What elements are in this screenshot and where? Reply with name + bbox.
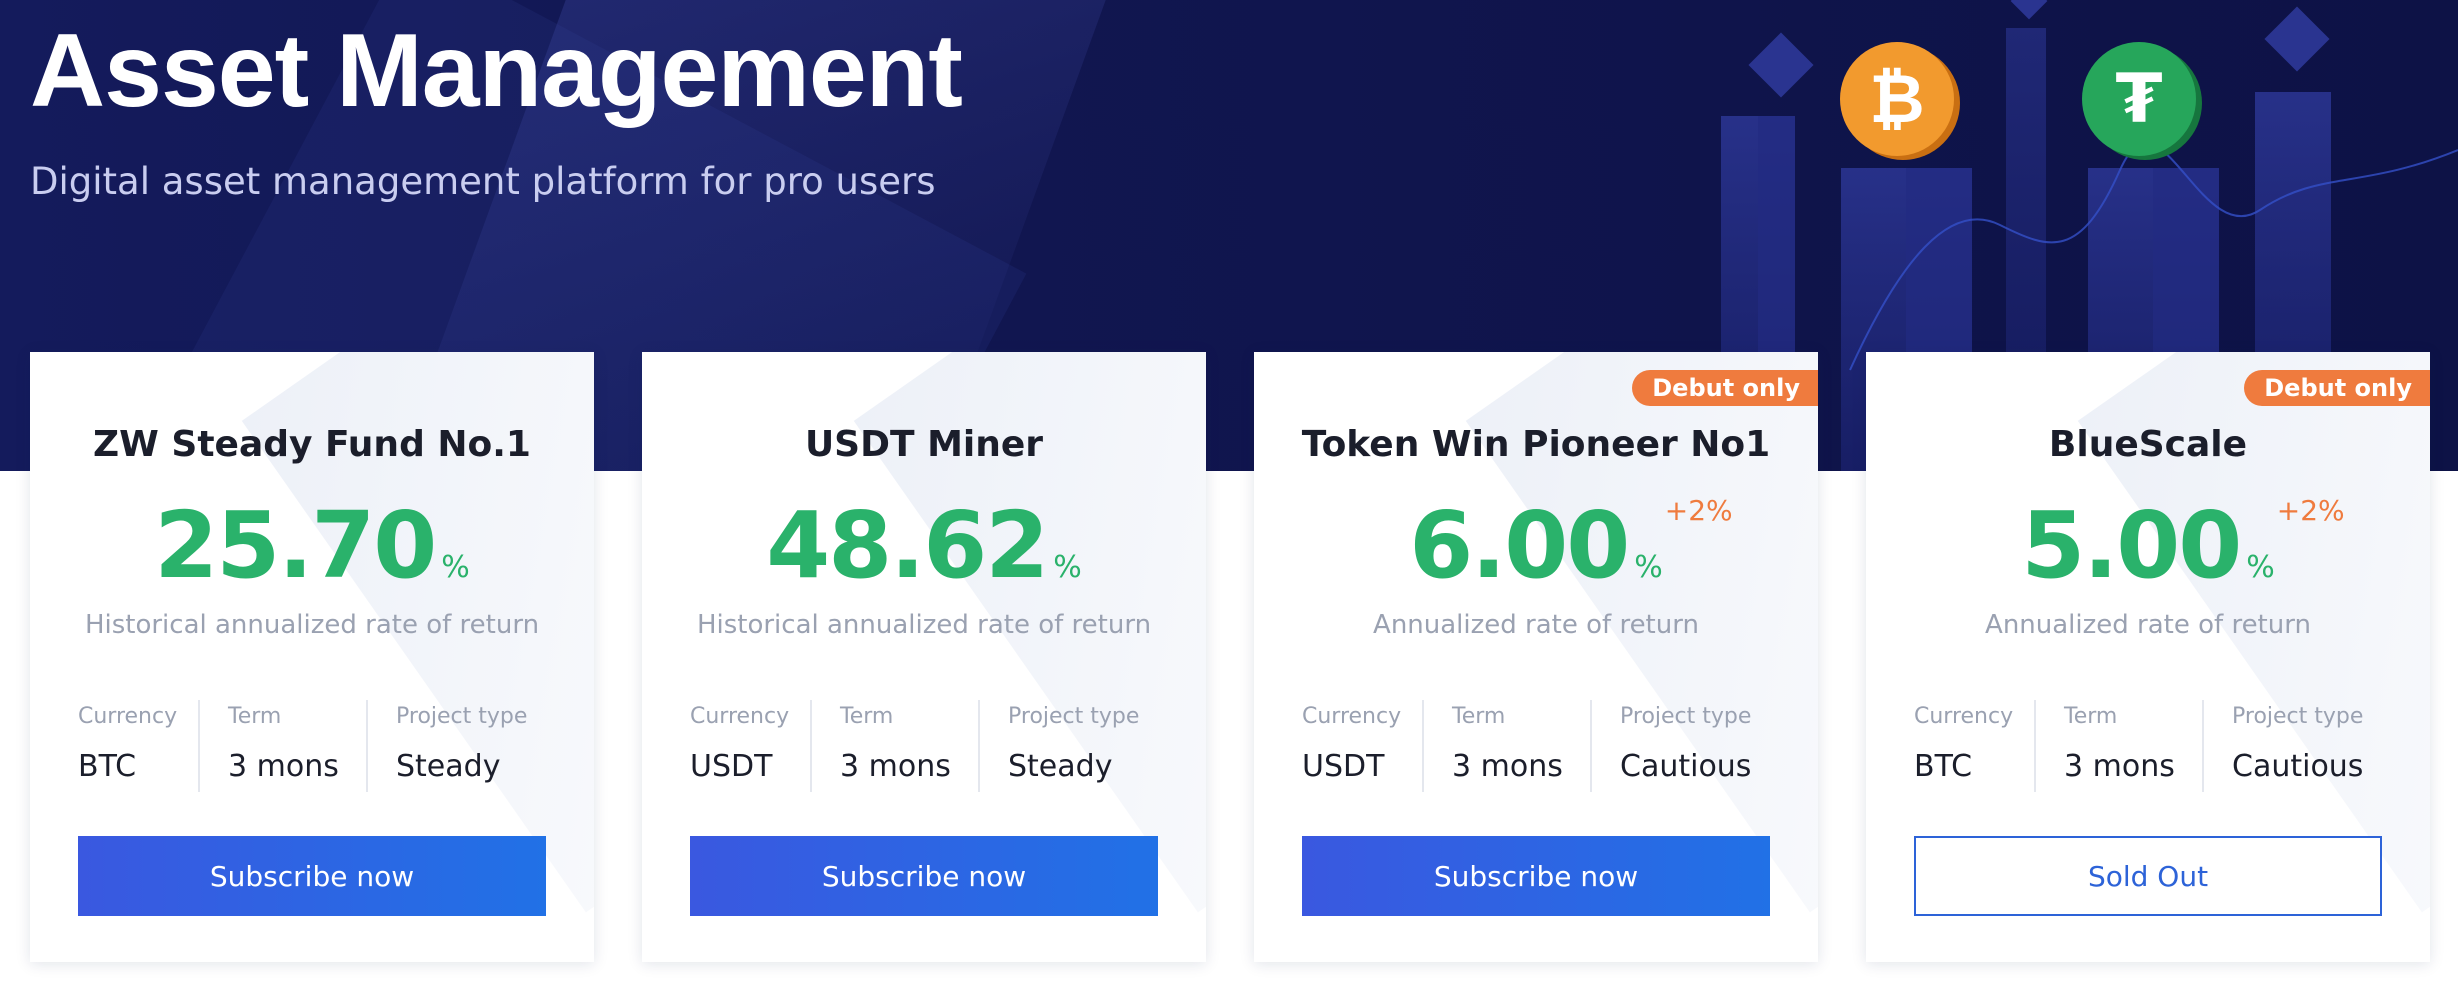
- subscribe-button[interactable]: Subscribe now: [690, 836, 1158, 916]
- tether-icon: ₮: [2082, 42, 2196, 156]
- fund-stats: Currency BTC Term 3 mons Project type St…: [78, 700, 546, 792]
- fund-card: ZW Steady Fund No.1 25.70% Historical an…: [30, 352, 594, 962]
- stat-value: Steady: [1008, 749, 1113, 784]
- stat-label: Project type: [1008, 704, 1140, 729]
- rate-label: Annualized rate of return: [1985, 610, 2311, 640]
- fund-card: USDT Miner 48.62% Historical annualized …: [642, 352, 1206, 962]
- rate-unit: %: [2246, 550, 2275, 585]
- rate-label: Historical annualized rate of return: [696, 610, 1152, 640]
- stat-value: Steady: [396, 749, 501, 784]
- stat-value: 3 mons: [1452, 749, 1563, 784]
- rate-label: Annualized rate of return: [1373, 610, 1699, 640]
- stat-label: Term: [840, 704, 894, 729]
- stat-label: Term: [228, 704, 282, 729]
- stat-value: Cautious: [2232, 749, 2364, 784]
- stat-project-type: Project type Steady: [978, 700, 1158, 792]
- rate-unit: %: [441, 550, 470, 585]
- stat-value: 3 mons: [840, 749, 951, 784]
- stat-term: Term 3 mons: [1422, 700, 1590, 792]
- fund-title: USDT Miner: [804, 424, 1044, 465]
- rate-unit: %: [1634, 550, 1663, 585]
- fund-stats: Currency BTC Term 3 mons Project type Ca…: [1914, 700, 2382, 792]
- stat-currency: Currency USDT: [690, 700, 810, 792]
- page-title: Asset Management: [30, 13, 963, 129]
- rate-value: 6.00: [1409, 492, 1630, 599]
- stat-label: Term: [2064, 704, 2118, 729]
- rate-bonus: +2%: [2276, 494, 2345, 527]
- stat-value: USDT: [1302, 749, 1385, 784]
- rate-bonus: +2%: [1664, 494, 1733, 527]
- sold-out-button[interactable]: Sold Out: [1914, 836, 2382, 916]
- fund-card: Debut only Token Win Pioneer No1 6.00% +…: [1254, 352, 1818, 962]
- stat-value: BTC: [1914, 749, 1973, 784]
- subscribe-button[interactable]: Subscribe now: [1302, 836, 1770, 916]
- rate-display: 48.62%: [642, 492, 1206, 599]
- stat-term: Term 3 mons: [2034, 700, 2202, 792]
- rate-value: 5.00: [2021, 492, 2242, 599]
- fund-card: Debut only BlueScale 5.00% +2% Annualize…: [1866, 352, 2430, 962]
- fund-title: Token Win Pioneer No1: [1301, 424, 1771, 465]
- debut-badge: Debut only: [2244, 370, 2430, 406]
- fund-title: BlueScale: [2048, 424, 2248, 465]
- stat-value: USDT: [690, 749, 773, 784]
- subscribe-button[interactable]: Subscribe now: [78, 836, 546, 916]
- rate-label: Historical annualized rate of return: [84, 610, 540, 640]
- stat-label: Project type: [1620, 704, 1752, 729]
- stat-label: Currency: [1914, 704, 2014, 729]
- stat-label: Project type: [396, 704, 528, 729]
- fund-title: ZW Steady Fund No.1: [93, 424, 531, 465]
- stat-value: 3 mons: [2064, 749, 2175, 784]
- stat-label: Term: [1452, 704, 1506, 729]
- rate-display: 25.70%: [30, 492, 594, 599]
- stat-label: Project type: [2232, 704, 2364, 729]
- rate-value: 25.70: [154, 492, 437, 599]
- stat-term: Term 3 mons: [810, 700, 978, 792]
- debut-badge: Debut only: [1632, 370, 1818, 406]
- fund-stats: Currency USDT Term 3 mons Project type C…: [1302, 700, 1770, 792]
- page-subtitle: Digital asset management platform for pr…: [30, 160, 936, 203]
- stat-label: Currency: [690, 704, 790, 729]
- stat-project-type: Project type Cautious: [2202, 700, 2382, 792]
- stat-currency: Currency BTC: [1914, 700, 2034, 792]
- stat-label: Currency: [78, 704, 178, 729]
- stat-value: BTC: [78, 749, 137, 784]
- stat-currency: Currency USDT: [1302, 700, 1422, 792]
- rate-display: 5.00% +2%: [1866, 492, 2430, 599]
- stat-project-type: Project type Cautious: [1590, 700, 1770, 792]
- stat-currency: Currency BTC: [78, 700, 198, 792]
- stat-label: Currency: [1302, 704, 1402, 729]
- stat-value: 3 mons: [228, 749, 339, 784]
- stat-project-type: Project type Steady: [366, 700, 546, 792]
- rate-display: 6.00% +2%: [1254, 492, 1818, 599]
- stat-value: Cautious: [1620, 749, 1752, 784]
- stat-term: Term 3 mons: [198, 700, 366, 792]
- rate-unit: %: [1053, 550, 1082, 585]
- rate-value: 48.62: [766, 492, 1049, 599]
- bitcoin-icon: ₿: [1840, 42, 1954, 156]
- fund-stats: Currency USDT Term 3 mons Project type S…: [690, 700, 1158, 792]
